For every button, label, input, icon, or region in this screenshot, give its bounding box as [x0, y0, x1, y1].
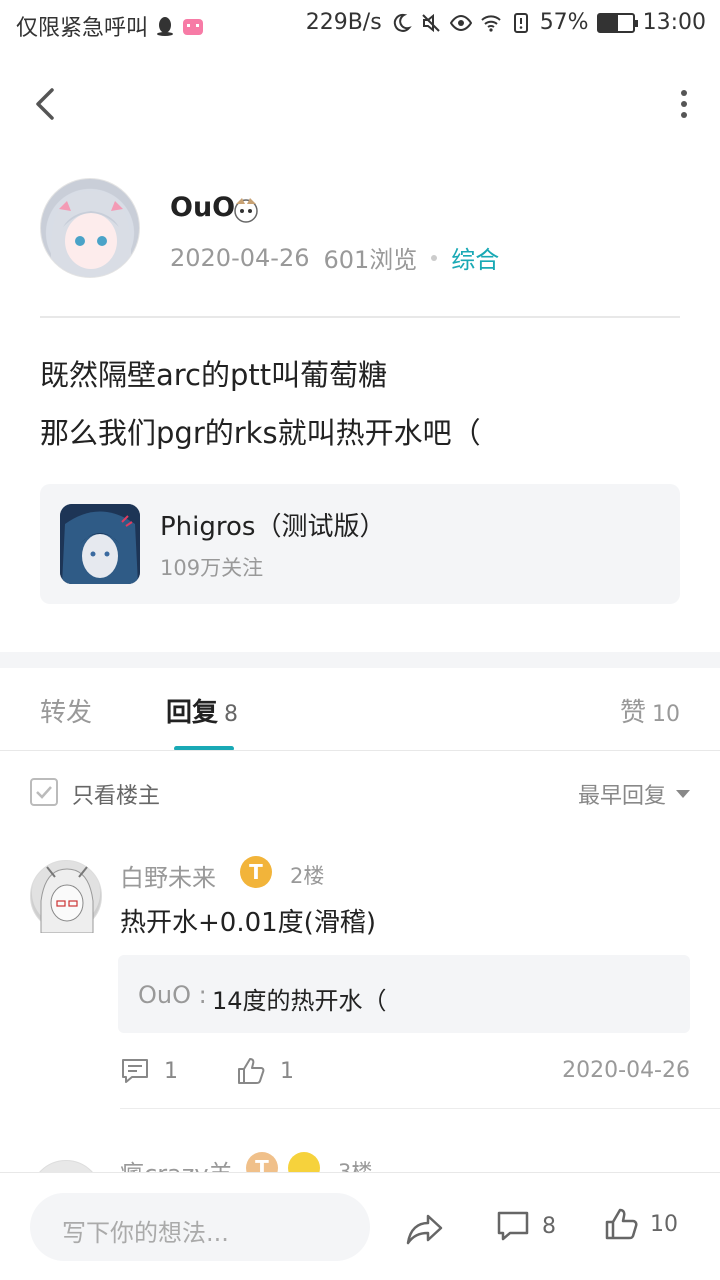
- carrier-text: 仅限紧急呼叫: [16, 16, 149, 41]
- reply-like-count: 1: [280, 1058, 294, 1084]
- comment-input[interactable]: 写下你的想法...: [30, 1193, 370, 1261]
- divider: [0, 750, 720, 751]
- battery-alert-icon: [513, 12, 528, 33]
- tab-forward[interactable]: 转发: [40, 692, 92, 729]
- post-category[interactable]: 综合: [451, 240, 499, 275]
- only-op-label[interactable]: 只看楼主: [72, 778, 160, 810]
- lemon-badge-icon: [288, 1152, 320, 1174]
- bottom-bar: 写下你的想法... 8 10: [0, 1172, 720, 1280]
- game-icon: [60, 504, 140, 584]
- more-icon[interactable]: [678, 88, 690, 120]
- author-badge-icon: [234, 198, 258, 223]
- reply-date: 2020-04-26: [562, 1058, 690, 1083]
- post-views: 601浏览: [323, 246, 418, 274]
- battery-percent: 57%: [539, 10, 589, 35]
- status-bar: 仅限紧急呼叫 229B/s 57% 13:00: [0, 0, 720, 50]
- thumbs-up-icon: [238, 1058, 265, 1084]
- quote-text: 14度的热开水（: [212, 987, 387, 1015]
- post-date: 2020-04-26: [170, 243, 310, 272]
- bottom-like-count: 10: [650, 1211, 678, 1237]
- net-speed: 229B/s: [305, 10, 382, 35]
- bilibili-icon: [183, 19, 204, 35]
- divider: [40, 316, 680, 318]
- next-reply[interactable]: 瘋crazy羊 T 3楼: [0, 1140, 720, 1174]
- quote-author: OuO :: [138, 981, 207, 1009]
- game-card[interactable]: Phigros（测试版） 109万关注: [40, 484, 680, 604]
- battery-icon: [596, 12, 638, 33]
- back-icon[interactable]: [28, 84, 68, 124]
- share-icon[interactable]: [404, 1209, 444, 1249]
- game-name: Phigros（测试版）: [160, 512, 386, 542]
- comment-input-placeholder: 写下你的想法...: [62, 1219, 229, 1247]
- quote-separator: :: [191, 981, 207, 1009]
- reply-author[interactable]: 白野未来: [120, 858, 216, 893]
- author-avatar[interactable]: [40, 178, 140, 278]
- tab-like-label: 赞: [619, 698, 646, 728]
- tab-reply-label: 回复: [166, 698, 219, 728]
- check-icon: [36, 786, 52, 799]
- comment-icon: [497, 1211, 529, 1241]
- post-content: 既然隔壁arc的ptt叫葡萄糖 那么我们pgr的rks就叫热开水吧（: [40, 346, 481, 462]
- next-reply-author[interactable]: 瘋crazy羊: [120, 1154, 233, 1174]
- clock: 13:00: [642, 10, 706, 35]
- divider: [120, 1108, 720, 1109]
- level-badge: T: [240, 856, 272, 888]
- battery-fill: [598, 14, 618, 31]
- qq-icon: [157, 17, 174, 36]
- post-line: 那么我们pgr的rks就叫热开水吧（: [40, 416, 481, 450]
- post-meta: 2020-04-26 601浏览 综合: [170, 240, 499, 275]
- reply-comment-count: 1: [164, 1058, 178, 1084]
- bottom-like-button[interactable]: 10: [604, 1207, 678, 1241]
- post-line: 既然隔壁arc的ptt叫葡萄糖: [40, 358, 388, 392]
- reply-text: 热开水+0.01度(滑稽): [120, 908, 376, 938]
- bottom-comment-button[interactable]: 8: [496, 1209, 556, 1243]
- moon-icon: [393, 13, 412, 32]
- tab-like-count: 10: [652, 702, 680, 727]
- avatar-illustration: [51, 190, 131, 277]
- mute-icon: [421, 13, 440, 32]
- wifi-icon: [480, 14, 501, 32]
- only-op-checkbox[interactable]: [30, 778, 58, 806]
- quoted-reply[interactable]: OuO : 14度的热开水（: [118, 955, 690, 1033]
- eye-icon: [449, 14, 472, 31]
- thumbs-up-icon: [605, 1208, 638, 1240]
- tab-reply-count: 8: [224, 702, 239, 727]
- tab-reply[interactable]: 回复 8: [166, 692, 238, 729]
- meta-dot: [431, 254, 438, 261]
- quote-author-name: OuO: [138, 981, 191, 1009]
- reply-like-button[interactable]: 1: [236, 1056, 294, 1086]
- game-followers: 109万关注: [160, 556, 264, 580]
- sort-label: 最早回复: [577, 784, 666, 809]
- caret-down-icon: [676, 790, 690, 798]
- tab-forward-label: 转发: [40, 698, 93, 728]
- game-art: [60, 504, 140, 584]
- comment-icon: [122, 1059, 148, 1083]
- reply-comment-button[interactable]: 1: [120, 1056, 178, 1086]
- bottom-comment-count: 8: [542, 1213, 556, 1239]
- author-name[interactable]: OuO: [170, 192, 235, 223]
- tab-like[interactable]: 赞 10: [620, 692, 680, 729]
- next-level-badge: T: [246, 1152, 278, 1174]
- reply-avatar[interactable]: [30, 860, 102, 934]
- reply-avatar-illustration: [40, 866, 94, 934]
- section-gap: [0, 652, 720, 668]
- sort-dropdown[interactable]: 最早回复: [578, 778, 690, 810]
- reply-floor: 2楼: [290, 864, 325, 888]
